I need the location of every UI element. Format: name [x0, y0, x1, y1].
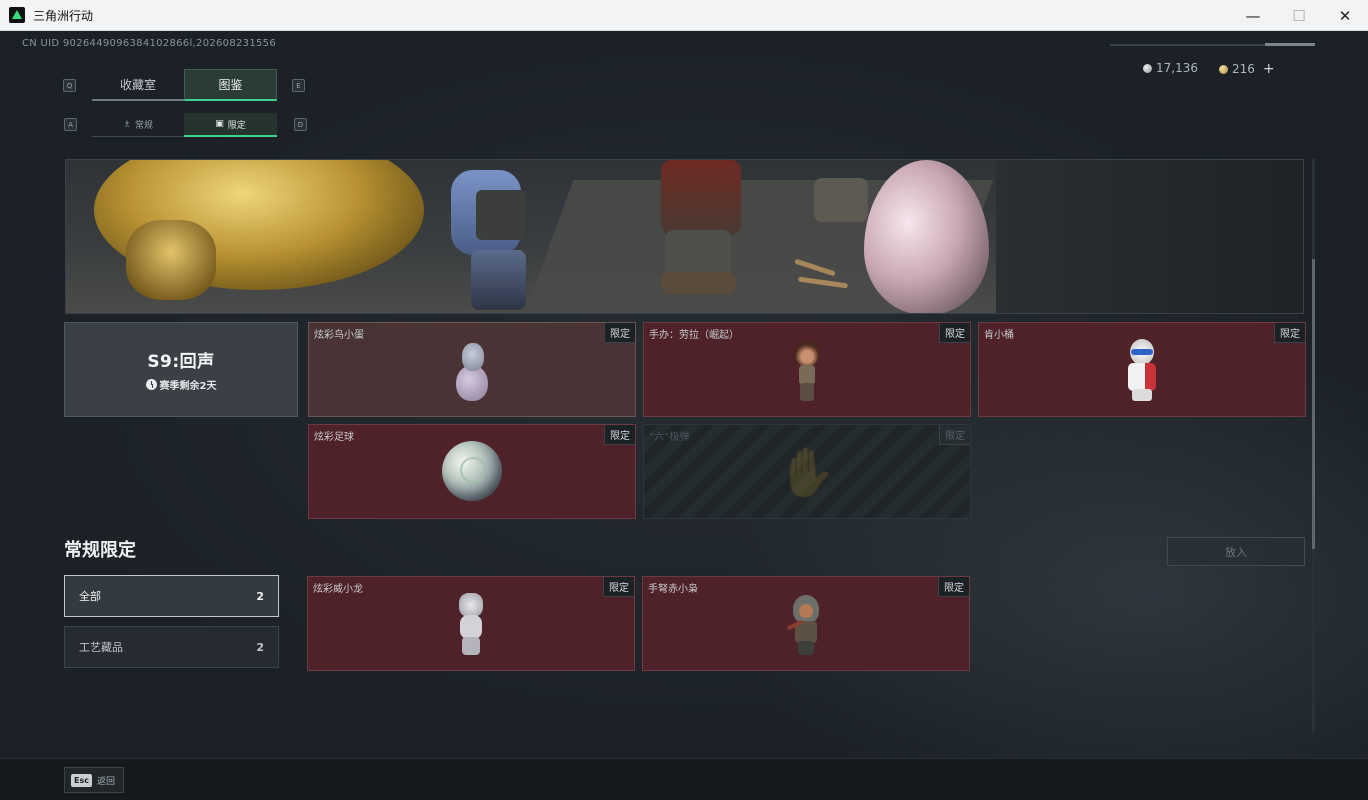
clock-icon: [145, 379, 157, 390]
limited-badge: 限定: [939, 425, 970, 445]
scrollbar[interactable]: [1312, 159, 1315, 732]
back-button[interactable]: Esc 返回: [64, 767, 124, 793]
filter-all[interactable]: 全部 2: [64, 575, 279, 617]
maximize-button[interactable]: ☐: [1276, 0, 1322, 31]
close-button[interactable]: ✕: [1322, 0, 1368, 31]
place-in-button[interactable]: 放入: [1167, 537, 1305, 566]
silver-currency: 17,136: [1143, 61, 1198, 75]
app-logo-icon: [9, 7, 25, 23]
dragon-figure: [454, 593, 488, 655]
scrollbar-thumb[interactable]: [1312, 259, 1315, 549]
tab-catalog[interactable]: 图鉴: [184, 69, 277, 101]
key-hint-e: E: [292, 79, 305, 92]
filter-count: 2: [256, 589, 264, 603]
season-remaining: 赛季剩余2天: [145, 377, 217, 392]
gold-dragon-figure: [126, 220, 216, 300]
limited-badge: 限定: [603, 577, 634, 597]
filter-label: 工艺藏品: [79, 641, 123, 654]
subtab-regular[interactable]: ♗ 常规: [92, 113, 184, 137]
collection-item-locked[interactable]: “六”极弹 限定 ✋: [643, 424, 971, 519]
window-titlebar: 三角洲行动 — ☐ ✕: [0, 0, 1368, 31]
lara-figure: [791, 341, 823, 401]
subtab-regular-label: 常规: [135, 121, 154, 131]
silver-coin-icon: [1143, 63, 1152, 73]
binoculars-prop: [814, 178, 868, 222]
back-label: 返回: [96, 776, 115, 787]
season-banner-image: [65, 159, 1304, 314]
window-title: 三角洲行动: [33, 8, 94, 23]
game-viewport: CN UID 9026449096384102866l,202608231556…: [0, 31, 1368, 800]
limited-badge: 限定: [604, 425, 635, 445]
filter-craft-collectibles[interactable]: 工艺藏品 2: [64, 626, 279, 668]
limited-badge: 限定: [604, 323, 635, 343]
limited-badge: 限定: [938, 577, 969, 597]
subtab-limited[interactable]: ▣ 限定: [184, 113, 277, 137]
item-name: 炫彩威小龙: [313, 584, 363, 595]
soccer-ball-figure: [442, 441, 502, 501]
filter-count: 2: [256, 640, 264, 654]
item-name: “六”极弹: [649, 432, 690, 443]
item-name: 炫彩鸟小蛋: [314, 330, 364, 341]
filter-label: 全部: [79, 590, 101, 603]
subtab-limited-label: 限定: [227, 120, 246, 131]
season-remaining-label: 赛季剩余2天: [159, 381, 217, 392]
locked-emblem-icon: ✋: [777, 445, 837, 501]
egg-chick-figure: [454, 343, 490, 401]
bottom-bar: Esc 返回: [0, 758, 1368, 800]
item-name: 肯小桶: [984, 330, 1014, 341]
limited-badge: 限定: [1274, 323, 1305, 343]
image-icon: ▣: [215, 119, 224, 129]
silver-amount: 17,136: [1156, 61, 1198, 75]
key-hint-a: A: [64, 118, 77, 131]
player-uid: CN UID 9026449096384102866l,202608231556: [22, 38, 276, 49]
tab-collection-room[interactable]: 收藏室: [92, 69, 184, 101]
section-title: 常规限定: [64, 540, 136, 561]
crossbow-figure: [786, 595, 823, 655]
collection-item[interactable]: 手办：劳拉（崛起） 限定: [643, 322, 971, 417]
item-name: 炫彩足球: [314, 432, 354, 443]
top-progress-bar: [1110, 43, 1315, 46]
collection-item[interactable]: 炫彩足球 限定: [308, 424, 636, 519]
season-title: S9:回声: [147, 352, 215, 372]
collection-item[interactable]: 肯小桶 限定: [978, 322, 1306, 417]
key-hint-d: D: [294, 118, 307, 131]
minimize-button[interactable]: —: [1230, 0, 1276, 31]
esc-key-hint: Esc: [71, 773, 92, 787]
gold-currency: 216 +: [1219, 61, 1275, 77]
gold-amount: 216: [1232, 62, 1255, 76]
bottle-icon: ♗: [122, 119, 132, 130]
gold-coin-icon: [1219, 64, 1228, 74]
collection-item[interactable]: 手弩赤小枭 限定: [642, 576, 970, 671]
item-name: 手办：劳拉（崛起）: [649, 330, 739, 341]
collection-item[interactable]: 炫彩鸟小蛋 限定: [308, 322, 636, 417]
collection-item[interactable]: 炫彩威小龙 限定: [307, 576, 635, 671]
add-currency-button[interactable]: +: [1263, 61, 1275, 77]
key-hint-q: Q: [63, 79, 76, 92]
season-card[interactable]: S9:回声 赛季剩余2天: [64, 322, 298, 417]
colonel-figure: [1122, 339, 1162, 401]
soldier-figure: [661, 160, 741, 235]
limited-badge: 限定: [939, 323, 970, 343]
item-name: 手弩赤小枭: [648, 584, 698, 595]
